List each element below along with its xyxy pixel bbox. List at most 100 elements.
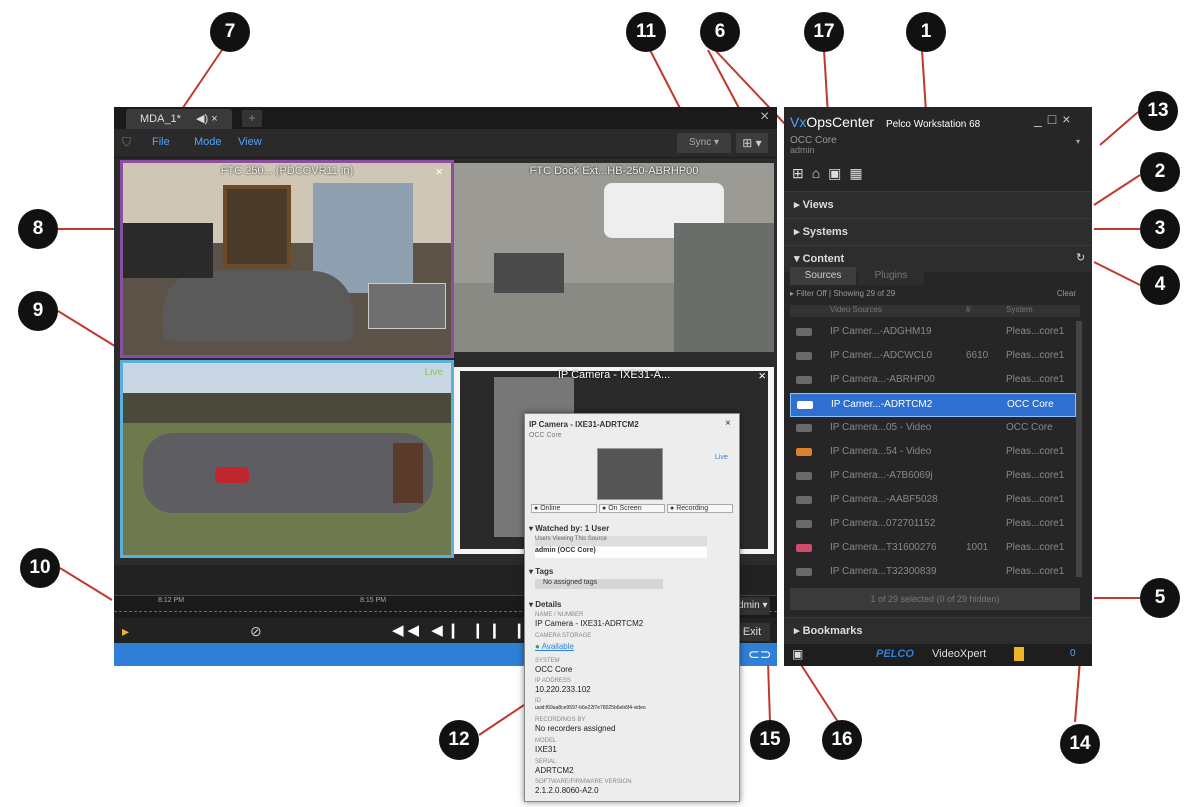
pelco-logo: PELCO [876,648,914,660]
col-number: # [966,305,971,314]
camera-icon [796,424,812,432]
chevron-down-icon[interactable]: ▾ [1076,137,1080,146]
camera-icon [796,448,812,456]
source-name: IP Camer...-ADCWCL0 [830,350,933,361]
section-views[interactable]: ▸ Views [784,191,1092,218]
video-tile-lobby[interactable]: FTC 250... (PDCOVR11 in) × [120,160,454,358]
tab-audio-close-icon[interactable]: ◀) × [196,113,218,125]
callout-15: 15 [750,720,790,760]
source-name: IP Camer...-ADGHM19 [830,326,932,337]
time-label-mid: 8:15 PM [360,597,387,604]
tags-header[interactable]: ▾ Tags [529,567,553,576]
camera-icon [796,328,812,336]
firmware-label: SOFTWARE/FIRMWARE VERSION [535,779,632,785]
menu-view[interactable]: View [238,136,262,148]
camera-icon [797,401,813,409]
tab-mda-1[interactable]: MDA_1* ◀) × [126,109,232,129]
source-system: OCC Core [1007,399,1054,410]
time-label-left: 8:12 PM [158,597,185,604]
source-row[interactable]: IP Camera...-ABRHP00 Pleas...core1 [790,369,1074,391]
source-row[interactable]: IP Camera...-A7B6069j Pleas...core1 [790,465,1074,487]
tile-close-icon[interactable]: × [758,368,766,383]
source-row[interactable]: IP Camer...-ADGHM19 Pleas...core1 [790,321,1074,343]
storage-value[interactable]: ● Available [535,642,574,651]
source-name: IP Camera...05 - Video [830,422,932,433]
source-row[interactable]: IP Camer...-ADCWCL0 6610 Pleas...core1 [790,345,1074,367]
new-tab-icon[interactable]: + [242,110,262,127]
source-name: IP Camera...54 - Video [830,446,932,457]
source-row[interactable]: IP Camera...54 - Video Pleas...core1 [790,441,1074,463]
source-row[interactable]: IP Camera...072701152 Pleas...core1 [790,513,1074,535]
live-link[interactable]: Live [715,454,728,461]
camera-thumbnail [597,448,663,500]
videoxpert-logo: VideoXpert [932,648,987,660]
section-systems[interactable]: ▸ Systems [784,218,1092,245]
tags-value: No assigned tags [535,579,663,589]
shield-icon: ⛉ [122,135,132,149]
camera-icon [796,520,812,528]
callout-7: 7 [210,12,250,52]
toolbar-icons[interactable]: ⊞⌂▣▦ [792,165,871,182]
callout-6: 6 [700,12,740,52]
video-tile-dock[interactable]: FTC Dock Ext...HB-250-ABRHP00 [454,163,774,352]
storage-icon: ● [535,642,540,651]
notification-badge[interactable]: 0 [1070,648,1076,659]
users-viewing-label: Users Viewing This Source [535,536,707,546]
firmware-value: 2.1.2.0.8060-A2.0 [535,786,599,795]
section-content-label: Content [802,253,845,265]
status-row: ● Online ● On Screen ● Recording [531,504,733,516]
dock-panel-icon[interactable]: ▣ [792,647,803,661]
menu-file[interactable]: File [152,136,170,148]
id-value: uuid:f69aa8ce9597-b6e22f7e78025b6eb6f4-v… [535,705,646,711]
callout-12: 12 [439,720,479,760]
status-online: ● Online [531,504,597,513]
source-row[interactable]: IP Camera...T31600276 1001 Pleas...core1 [790,537,1074,559]
users-viewing-value: admin (OCC Core) [535,547,707,558]
watched-header[interactable]: ▾ Watched by: 1 User [529,524,609,533]
source-row[interactable]: IP Camera...T32300839 Pleas...core1 [790,561,1074,583]
section-bookmarks[interactable]: ▸ Bookmarks [784,617,1092,644]
ip-label: IP ADDRESS [535,678,571,684]
menu-mode[interactable]: Mode [194,136,222,148]
camera-icon [796,496,812,504]
source-row[interactable]: IP Camera...-AABF5028 Pleas...core1 [790,489,1074,511]
callout-1: 1 [906,12,946,52]
details-header[interactable]: ▾ Details [529,600,561,609]
popup-close-icon[interactable]: × [725,418,731,429]
layout-grid-icon[interactable]: ⊞ ▾ [736,133,768,153]
tile-close-icon[interactable]: × [435,164,443,179]
live-indicator: Live [424,367,443,378]
tab-sources[interactable]: Sources [790,267,856,285]
app-title: VxOpsCenter Pelco Workstation 68 [790,114,980,130]
source-row[interactable]: IP Camer...-ADRTCM2 OCC Core [790,393,1076,417]
zoom-icon[interactable]: ⊘ [250,623,262,640]
system-label: SYSTEM [535,658,560,664]
sync-dropdown[interactable]: Sync ▾ [677,133,731,153]
clear-button[interactable]: Clear [1057,289,1076,298]
video-tile-parking[interactable]: Live [120,360,454,558]
app-title-ops: OpsCenter [806,114,875,130]
source-name: IP Camera...-ABRHP00 [830,374,935,385]
callout-4: 4 [1140,265,1180,305]
source-system: Pleas...core1 [1006,446,1065,457]
col-video-sources: Video Sources [830,305,882,314]
menu-bar: ⛉ File Mode View Sync ▾ ⊞ ▾ [114,129,777,158]
source-system: Pleas...core1 [1006,518,1065,529]
showing-count: Showing 29 of 29 [833,289,896,298]
refresh-icon[interactable]: ↻ [1076,251,1085,264]
tile-label: FTC 250... (PDCOVR11 in) [220,165,354,177]
tab-plugins[interactable]: Plugins [858,267,924,285]
window-controls-icon[interactable]: _□× [1034,111,1076,127]
source-row[interactable]: IP Camera...05 - Video OCC Core [790,417,1074,439]
filter-toggle[interactable]: Filter Off [796,289,827,298]
model-label: MODEL [535,738,557,744]
timeline-marker-icon[interactable]: ▸ [122,623,129,640]
source-name: IP Camera...T32300839 [830,566,937,577]
status-recording: ● Recording [667,504,733,513]
lobby-seating [123,223,213,278]
link-icon[interactable]: ⊂⊃ [748,646,771,663]
scrollbar[interactable] [1076,321,1082,577]
source-system: Pleas...core1 [1006,374,1065,385]
system-value: OCC Core [535,665,573,674]
window-close-icon[interactable]: × [760,108,769,126]
